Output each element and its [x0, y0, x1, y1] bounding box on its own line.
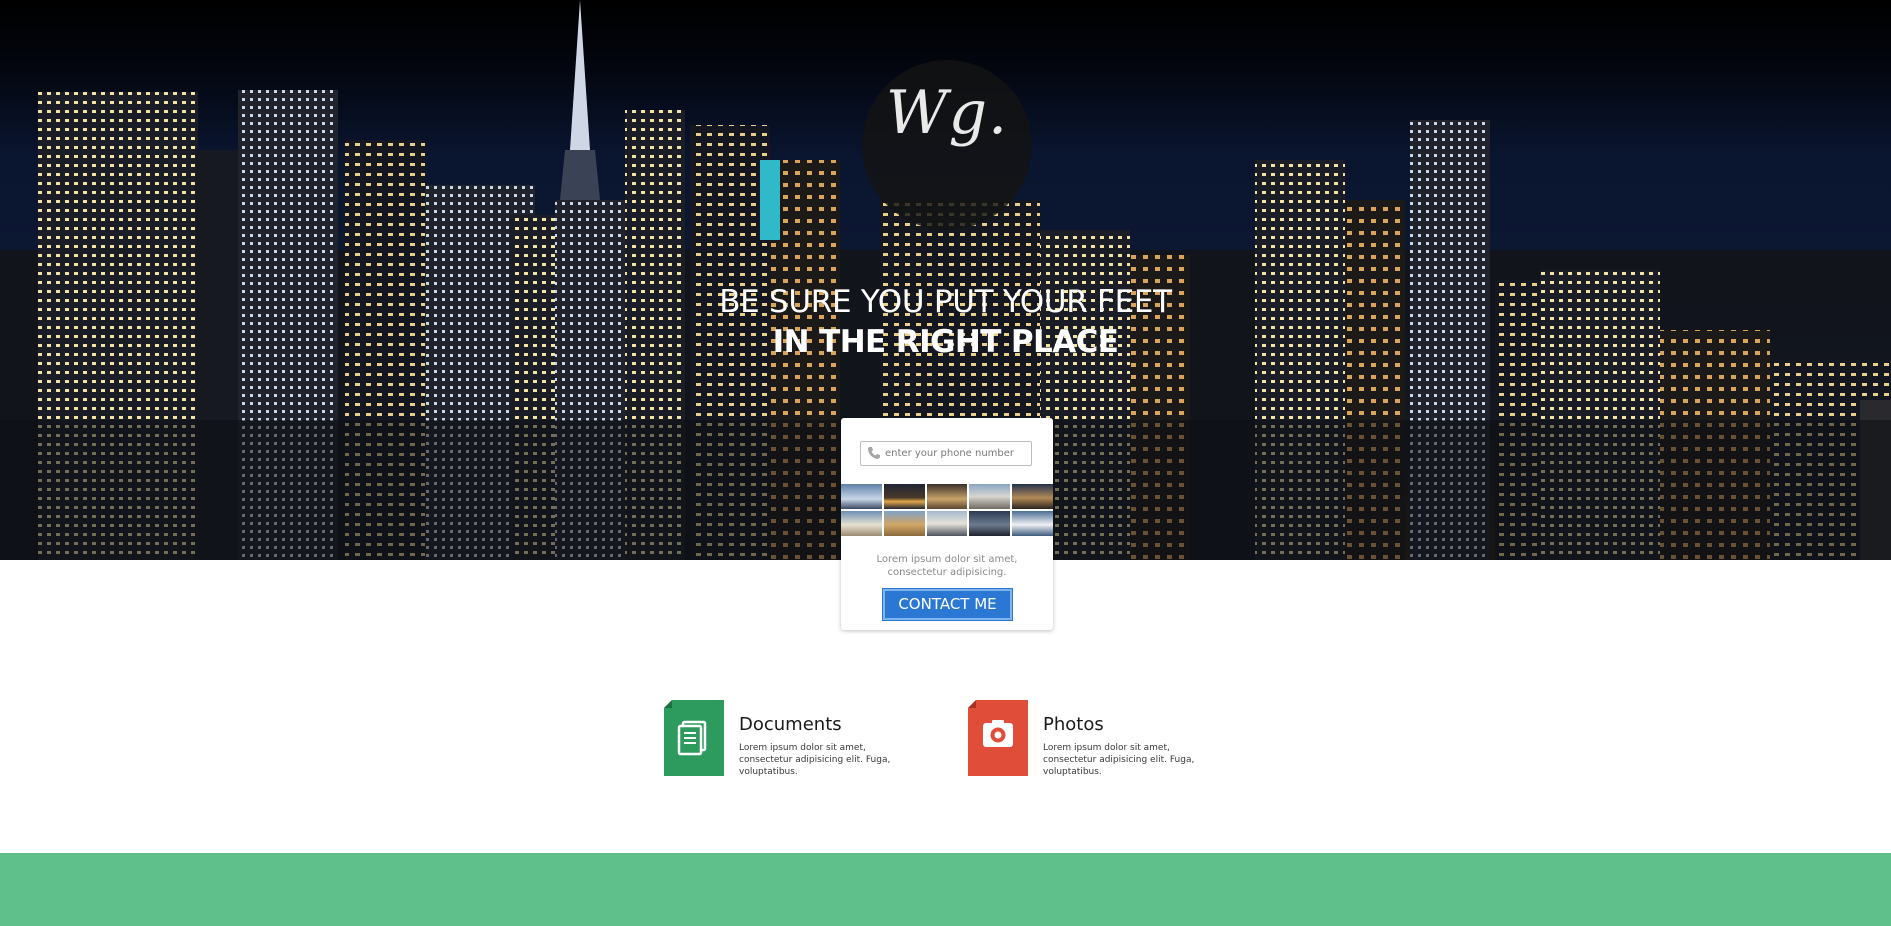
taj-mahal-photo [1012, 511, 1053, 536]
feature-description: Lorem ipsum dolor sit amet, consectetur … [1043, 743, 1195, 777]
hero-headline: BE SURE YOU PUT YOUR FEET IN THE RIGHT P… [0, 282, 1891, 362]
headline-line-1: BE SURE YOU PUT YOUR FEET [719, 284, 1172, 320]
card-description: Lorem ipsum dolor sit amet, consectetur … [876, 554, 1018, 578]
feature-documents: Documents Lorem ipsum dolor sit amet, co… [664, 700, 924, 780]
phone-input[interactable] [885, 444, 1029, 463]
feature-title: Documents [739, 714, 842, 735]
logo: Wg. [885, 78, 1009, 148]
destination-thumbnails [841, 484, 1053, 536]
signup-card: Lorem ipsum dolor sit amet, consectetur … [841, 418, 1053, 630]
documents-icon [664, 700, 724, 776]
sphinx-photo [883, 511, 925, 536]
phone-icon [868, 447, 880, 459]
footer-band [0, 853, 1891, 926]
tower-photo [969, 511, 1011, 536]
headline-line-2: IN THE RIGHT PLACE [772, 324, 1119, 360]
colosseum-photo [1012, 484, 1053, 509]
opera-house-photo [841, 484, 882, 509]
phone-field[interactable] [860, 441, 1032, 466]
arch-photo [926, 511, 968, 536]
leaning-tower-photo [841, 511, 882, 536]
feature-description: Lorem ipsum dolor sit amet, consectetur … [739, 743, 891, 777]
contact-me-button[interactable]: CONTACT ME [883, 589, 1012, 620]
eiffel-tower-photo [883, 484, 925, 509]
feature-title: Photos [1043, 714, 1104, 735]
camera-icon [968, 700, 1028, 776]
pyramids-photo [926, 484, 968, 509]
cathedral-photo [969, 484, 1011, 509]
feature-photos: Photos Lorem ipsum dolor sit amet, conse… [968, 700, 1228, 780]
